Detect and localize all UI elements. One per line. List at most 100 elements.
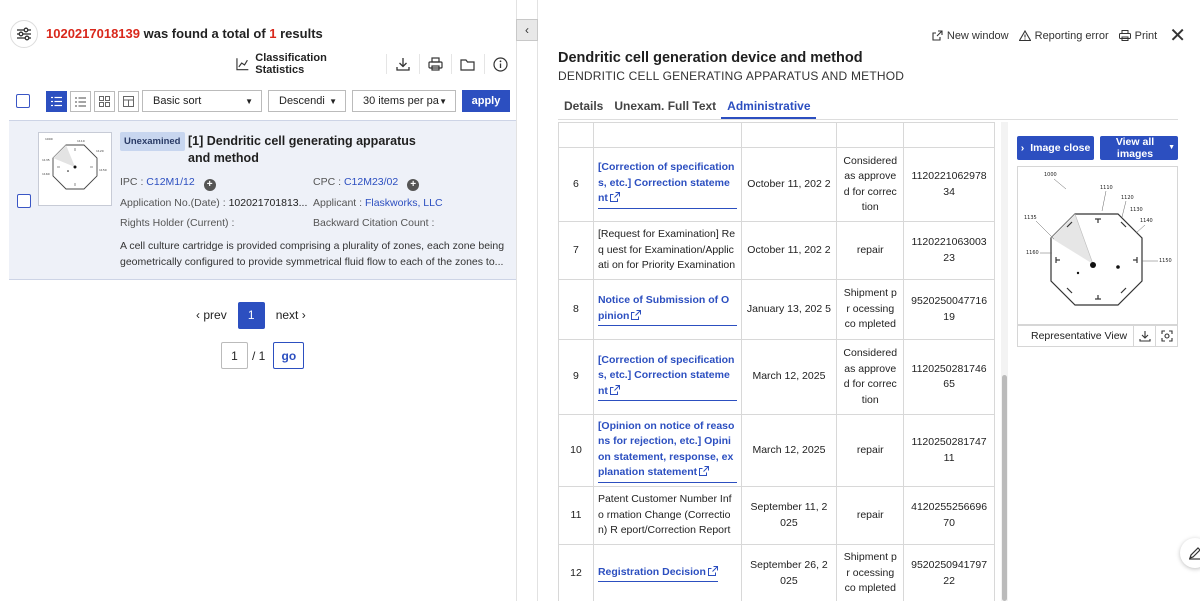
table-icon <box>123 95 134 107</box>
svg-text:1120: 1120 <box>96 149 104 153</box>
cell-text: October 11, 202 2 <box>747 177 831 190</box>
table-cell: 9520250941797 22 <box>903 544 995 601</box>
tab-administrative[interactable]: Administrative <box>721 92 816 119</box>
applicant-label: Applicant <box>313 197 357 209</box>
tab-details[interactable]: Details <box>558 92 608 119</box>
colon: : <box>338 176 342 188</box>
caret-down-icon: ▼ <box>329 96 337 106</box>
chart-icon <box>236 58 249 71</box>
table-scrollbar-thumb[interactable] <box>1002 375 1007 601</box>
list-icon <box>75 96 86 107</box>
print-results-button[interactable] <box>418 54 451 74</box>
detailed-list-icon <box>51 96 62 106</box>
save-folder-button[interactable] <box>451 54 483 74</box>
found-text: was found a total of <box>140 26 270 41</box>
table-cell: Registration Decision <box>592 544 742 601</box>
order-select[interactable]: Descendi ▼ <box>268 90 346 112</box>
result-title[interactable]: [1] Dendritic cell generating apparatus … <box>188 133 438 167</box>
representative-image[interactable]: 1000 1110 1120 1130 1135 1140 1150 1160 <box>1017 166 1178 326</box>
tab-unexam-full-text[interactable]: Unexam. Full Text <box>608 92 721 119</box>
sort-select[interactable]: Basic sort ▼ <box>142 90 262 112</box>
prev-label: prev <box>203 308 227 322</box>
plus-icon[interactable]: + <box>407 179 420 191</box>
table-cell: 11 <box>558 486 594 545</box>
cpc-value[interactable]: C12M23/02 <box>344 176 398 188</box>
page-number-input[interactable]: 1 <box>221 342 248 369</box>
view-list-button[interactable] <box>70 90 91 112</box>
download-icon <box>1138 330 1151 342</box>
download-image-button[interactable] <box>1133 325 1155 346</box>
view-all-images-button[interactable]: View all images ▼ <box>1100 136 1178 160</box>
result-thumbnail[interactable]: 1000 1110 1120 1135 1150 1160 <box>38 132 112 206</box>
svg-text:1160: 1160 <box>42 172 50 176</box>
prev-page-link[interactable]: ‹ prev <box>196 308 227 322</box>
ipc-label: IPC <box>120 176 138 188</box>
table-cell: repair <box>836 414 905 487</box>
document-link[interactable]: Notice of Submission of O pinion <box>597 293 737 326</box>
document-link[interactable]: Registration Decision <box>597 565 718 583</box>
cell-text: 1120250281747 11 <box>911 436 987 464</box>
chevron-right-icon: › <box>1020 142 1025 154</box>
classification-statistics-button[interactable]: Classification Statistics <box>236 52 386 76</box>
table-cell: [Correction of specification s, etc.] Co… <box>592 147 742 222</box>
result-checkbox[interactable] <box>17 194 31 208</box>
apply-button[interactable]: apply <box>462 90 510 112</box>
table-cell: [Correction of specification s, etc.] Co… <box>592 339 742 415</box>
table-cell: 8 <box>558 279 594 340</box>
page-1-button[interactable]: 1 <box>237 301 265 329</box>
table-cell: Shipment pr ocessing co mpleted <box>836 279 905 340</box>
cell-text: October 11, 202 2 <box>747 243 831 256</box>
table-row-partial <box>558 122 995 148</box>
filter-settings-button[interactable] <box>10 20 38 48</box>
external-link-icon <box>631 309 642 320</box>
svg-text:1110: 1110 <box>77 139 85 143</box>
select-all-checkbox[interactable] <box>16 94 30 108</box>
document-subtitle: DENDRITIC CELL GENERATING APPARATUS AND … <box>558 69 905 83</box>
zoom-image-button[interactable] <box>1155 325 1177 346</box>
ipc-value[interactable]: C12M1/12 <box>146 176 194 188</box>
view-table-button[interactable] <box>118 90 139 112</box>
document-link[interactable]: [Opinion on notice of reaso ns for rejec… <box>597 419 737 483</box>
table-cell <box>558 122 594 148</box>
cell-text: September 11, 2 025 <box>750 501 828 529</box>
cell-text: 1120221063003 23 <box>911 236 987 264</box>
per-page-select[interactable]: 30 items per pa ▼ <box>352 90 456 112</box>
download-button[interactable] <box>386 54 418 74</box>
table-cell <box>903 122 995 148</box>
cell-text[interactable]: Notice of Submission of O pinion <box>598 294 729 322</box>
table-cell: 1120250281746 65 <box>903 339 995 415</box>
table-cell: [Opinion on notice of reaso ns for rejec… <box>592 414 742 487</box>
go-button[interactable]: go <box>273 342 305 369</box>
table-cell: 7 <box>558 221 594 280</box>
print-button[interactable]: Print <box>1118 30 1157 42</box>
close-icon[interactable]: ✕ <box>1169 23 1186 48</box>
cell-text[interactable]: [Opinion on notice of reaso ns for rejec… <box>598 420 735 479</box>
figure-label: 1160 <box>1026 250 1039 256</box>
patent-drawing-thumbnail: 1000 1110 1120 1135 1150 1160 <box>42 137 107 190</box>
next-page-link[interactable]: next › <box>276 308 306 322</box>
cell-text[interactable]: Registration Decision <box>598 566 706 578</box>
cell-text: 7 <box>573 243 579 256</box>
result-item[interactable]: 1000 1110 1120 1135 1150 1160 Unexamined [1] … <box>9 120 516 280</box>
classification-label: Classification Statistics <box>255 52 327 76</box>
collapse-panel-button[interactable]: ‹ <box>516 19 538 41</box>
pagination: ‹ prev 1 next › <box>196 301 306 329</box>
view-grid-button[interactable] <box>94 90 115 112</box>
document-link[interactable]: [Correction of specification s, etc.] Co… <box>597 160 737 209</box>
applicant-value[interactable]: Flaskworks, LLC <box>365 197 443 209</box>
image-close-button[interactable]: › Image close <box>1017 136 1094 160</box>
table-cell: 1120250281747 11 <box>903 414 995 487</box>
view-detailed-button[interactable] <box>46 90 67 112</box>
info-button[interactable] <box>483 54 516 74</box>
document-link[interactable]: [Correction of specification s, etc.] Co… <box>597 353 737 402</box>
panel-splitter[interactable] <box>516 0 538 601</box>
figure-label: 1135 <box>1024 215 1037 221</box>
table-cell: Shipment pr ocessing co mpleted <box>836 544 905 601</box>
table-cell <box>740 122 838 148</box>
colon: : <box>431 217 435 229</box>
patent-drawing: 1000 1110 1120 1130 1135 1140 1150 1160 <box>1024 172 1172 306</box>
new-window-button[interactable]: New window <box>932 30 1009 42</box>
report-error-button[interactable]: Reporting error <box>1018 30 1109 42</box>
plus-icon[interactable]: + <box>203 179 216 191</box>
table-cell: [Request for Examination] Req uest for E… <box>592 221 742 280</box>
